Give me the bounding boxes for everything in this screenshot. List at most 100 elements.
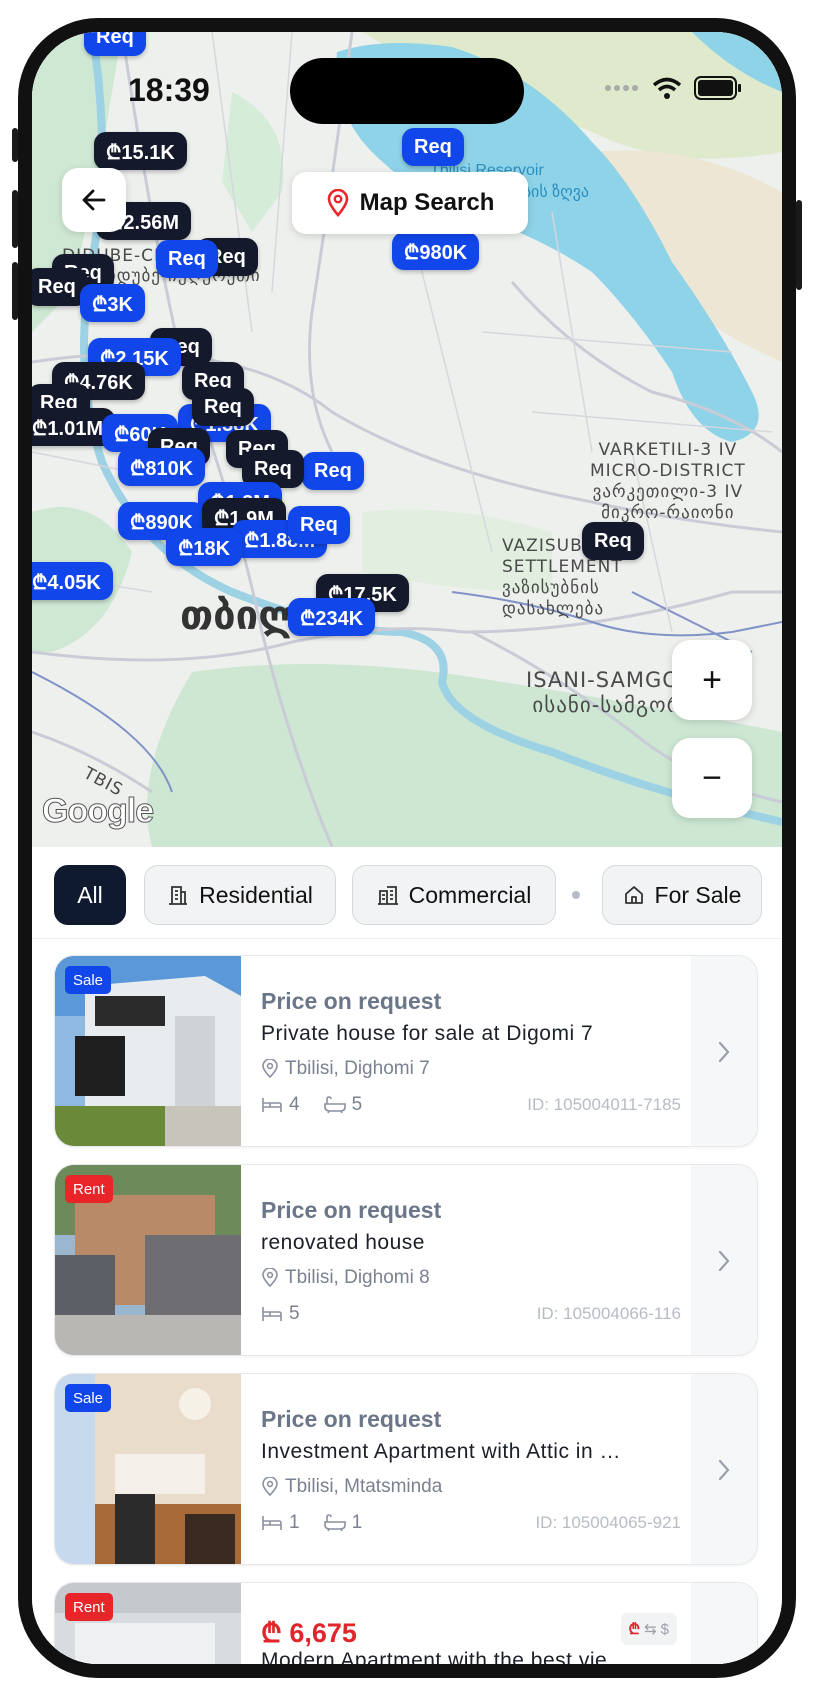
map-price-pin[interactable]: ₾810K [118,448,206,486]
chevron-right-icon [718,1041,730,1063]
bed-count: 5 [289,1303,300,1324]
listing-title: Private house for sale at Digomi 7 [261,1022,594,1045]
listing-card[interactable]: Sale Price on request Private house for … [54,955,758,1147]
plus-icon: + [702,660,722,699]
filter-chip-label: Residential [199,881,313,908]
map-price-pin[interactable]: Req [302,452,364,490]
bed-count: 4 [289,1094,300,1115]
zoom-out-button[interactable]: − [672,738,752,818]
swap-icon: ⇆ [644,1621,657,1638]
listing-title: Investment Apartment with Attic in … [261,1440,621,1463]
filter-chip-commercial[interactable]: Commercial [352,865,556,925]
map-price-pin[interactable]: Req [402,128,464,166]
currency-to: $ [660,1620,669,1638]
listing-info: Price on request Investment Apartment wi… [261,1374,681,1564]
map-price-pin[interactable]: ₾15.1K [94,132,187,170]
office-icon [377,886,398,905]
map-price-pin[interactable]: Req [84,32,146,56]
bath-count: 5 [351,1094,363,1115]
filter-chip-label: For Sale [654,881,742,908]
listing-badge: Rent [65,1175,113,1203]
location-text: Tbilisi, Mtatsminda [285,1476,443,1497]
chevron-right-icon [718,1250,730,1272]
map-price-pin[interactable]: ₾18K [166,528,243,566]
bath-icon [323,1096,346,1114]
location-icon [262,1059,278,1079]
map-search-header: Map Search [292,172,528,234]
bed-icon [262,1516,282,1530]
listing-open-button[interactable] [691,1165,757,1355]
map-price-pin[interactable]: ₾980K [392,232,480,270]
arrow-left-icon [82,189,106,211]
status-time: 18:39 [128,72,210,108]
signal-dots-icon [605,85,638,91]
listing-card[interactable]: Rent ₾ 6,675 Modern Apartment with the b… [54,1582,758,1664]
dynamic-island [290,58,524,124]
mute-switch [12,128,18,162]
bath-icon [323,1514,346,1532]
back-button[interactable] [62,168,126,232]
battery-icon [694,76,741,100]
map-price-pin[interactable]: Req [156,240,218,278]
listing-list[interactable]: Sale Price on request Private house for … [32,939,782,1664]
listing-features: 1 1 [261,1512,362,1534]
listing-price: ₾ 6,675 [261,1618,357,1648]
listing-price: Price on request [261,1197,442,1223]
filter-chip-residential[interactable]: Residential [144,865,336,925]
listing-title: renovated house [261,1231,425,1254]
volume-down-button [12,262,18,320]
map-price-pin[interactable]: ₾4.05K [32,562,113,600]
map-price-pin[interactable]: Req [288,506,350,544]
listing-badge: Sale [65,966,112,994]
map-price-pin[interactable]: ₾234K [288,598,376,636]
listing-location: Tbilisi, Dighomi 7 [261,1058,430,1080]
filter-chip-label: Commercial [408,881,532,908]
map-pin-icon [327,189,348,217]
listing-info: Price on request Private house for sale … [261,956,681,1146]
district-label-varketili: VARKETILI-3 IV MICRO-DISTRICT ვარკეთილი-… [590,440,746,523]
listing-info: Price on request renovated house Tbilisi… [261,1165,681,1355]
listing-card[interactable]: Sale Price on request Investment Apartme… [54,1373,758,1565]
listing-price: Price on request [261,988,442,1014]
location-text: Tbilisi, Dighomi 7 [285,1058,430,1079]
listing-location: Tbilisi, Mtatsminda [261,1476,442,1498]
chevron-right-icon [718,1459,730,1481]
listing-id: ID: 105004011-7185 [527,1095,681,1114]
filter-chip-for-sale[interactable]: For Sale [602,865,762,925]
map-price-pin[interactable]: Req [582,522,644,560]
filter-chip-label: All [77,881,103,908]
location-icon [262,1268,278,1288]
volume-up-button [12,190,18,248]
map-price-pin[interactable]: Req [192,388,254,426]
listing-card[interactable]: Rent Price on request renovated house Tb… [54,1164,758,1356]
listing-badge: Sale [65,1384,112,1412]
bath-count: 1 [351,1512,363,1533]
listing-badge: Rent [65,1593,113,1621]
minus-icon: − [702,758,722,797]
listing-open-button[interactable] [691,1583,757,1664]
location-text: Tbilisi, Dighomi 8 [285,1267,430,1288]
currency-toggle[interactable]: ₾ ⇆ $ [620,1613,677,1645]
listing-open-button[interactable] [691,1374,757,1564]
map-price-pin[interactable]: ₾3K [80,284,145,322]
screen: Tbilisi Reservoir თბილისის ზღვა DIDUBE-C… [32,32,782,1664]
separator-dot [572,891,580,899]
listing-open-button[interactable] [691,956,757,1146]
google-logo: Google [41,792,154,831]
wifi-icon [652,77,682,99]
bed-count: 1 [289,1512,300,1533]
zoom-in-button[interactable]: + [672,640,752,720]
status-icons [604,76,742,100]
home-icon [624,886,643,904]
bed-icon [262,1098,282,1112]
location-icon [262,1477,278,1497]
filter-chip-all[interactable]: All [54,865,126,925]
map-view[interactable]: Tbilisi Reservoir თბილისის ზღვა DIDUBE-C… [32,32,782,847]
filter-bar: All Residential Commercial For Sale [32,847,782,939]
building-icon [169,886,188,905]
listing-id: ID: 105004065-921 [535,1513,681,1532]
power-button [796,200,802,290]
listing-title: Modern Apartment with the best vie… [261,1649,629,1664]
listing-features: 5 [261,1303,300,1325]
currency-from: ₾ [628,1621,641,1638]
